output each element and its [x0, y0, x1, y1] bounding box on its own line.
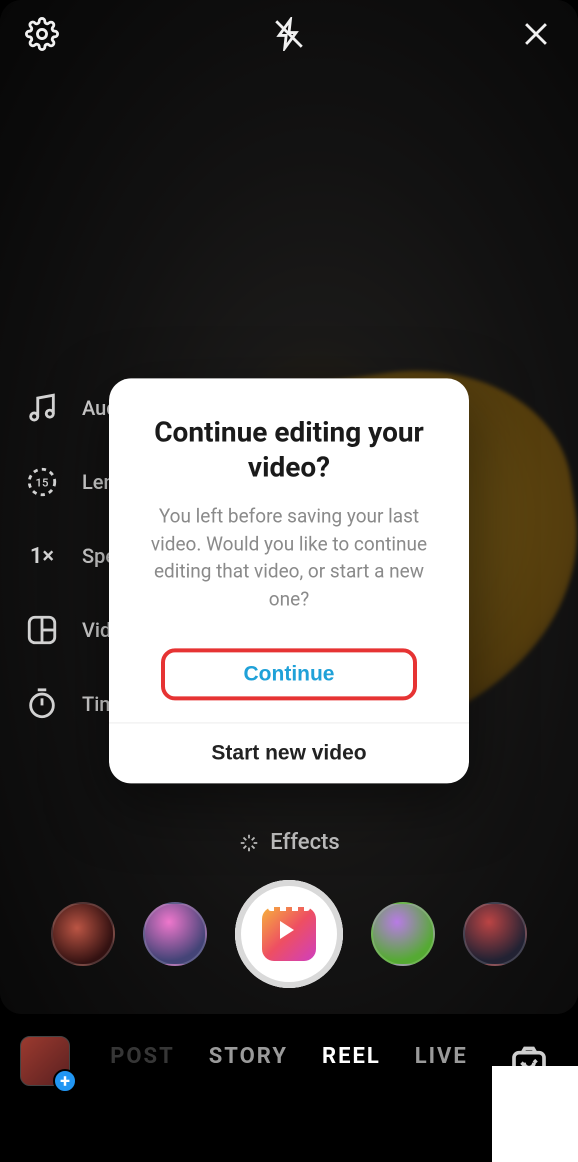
- layout-icon: [22, 610, 62, 650]
- effect-thumb[interactable]: [463, 902, 527, 966]
- mode-live[interactable]: LIVE: [415, 1044, 468, 1069]
- layout-label: Video layout: [82, 618, 112, 642]
- dialog-body: You left before saving your last video. …: [139, 502, 439, 612]
- length-label: Length: [82, 470, 112, 494]
- effect-thumb[interactable]: [143, 902, 207, 966]
- length-tool[interactable]: 15 Length: [22, 462, 112, 502]
- continue-button[interactable]: Continue: [161, 649, 417, 701]
- side-tool-rail: Audio 15 Length 1× Speed Video layout: [22, 388, 112, 724]
- mode-post[interactable]: POST: [110, 1044, 175, 1069]
- speed-label: Speed: [82, 544, 112, 568]
- effect-carousel: [0, 880, 578, 988]
- plus-icon: +: [53, 1069, 77, 1093]
- settings-icon[interactable]: [22, 14, 62, 54]
- effect-thumb[interactable]: [51, 902, 115, 966]
- dialog-title: Continue editing your video?: [139, 414, 439, 484]
- length-icon: 15: [22, 462, 62, 502]
- top-bar: [0, 14, 578, 54]
- mode-story[interactable]: STORY: [209, 1044, 288, 1069]
- flash-off-icon[interactable]: [269, 14, 309, 54]
- mode-reel[interactable]: REEL: [322, 1044, 381, 1069]
- audio-label: Audio: [82, 396, 112, 420]
- timer-label: Timer: [82, 692, 112, 716]
- timer-icon: [22, 684, 62, 724]
- shutter-button[interactable]: [235, 880, 343, 988]
- timer-tool[interactable]: Timer: [22, 684, 112, 724]
- svg-text:15: 15: [36, 475, 49, 489]
- continue-editing-dialog: Continue editing your video? You left be…: [109, 378, 469, 783]
- close-icon[interactable]: [516, 14, 556, 54]
- layout-tool[interactable]: Video layout: [22, 610, 112, 650]
- audio-tool[interactable]: Audio: [22, 388, 112, 428]
- effects-label: Effects: [270, 830, 339, 855]
- music-note-icon: [22, 388, 62, 428]
- reels-icon: [262, 907, 316, 961]
- effect-thumb[interactable]: [371, 902, 435, 966]
- speed-tool[interactable]: 1× Speed: [22, 536, 112, 576]
- start-new-video-button[interactable]: Start new video: [109, 724, 469, 784]
- effects-button[interactable]: Effects: [0, 830, 578, 855]
- reels-camera-screen: Audio 15 Length 1× Speed Video layout: [0, 0, 578, 1162]
- bottom-bar: + POST STORY REEL LIVE: [0, 1014, 578, 1162]
- corner-overlay: [492, 1066, 578, 1162]
- sparkle-icon: [238, 832, 260, 854]
- speed-icon: 1×: [22, 536, 62, 576]
